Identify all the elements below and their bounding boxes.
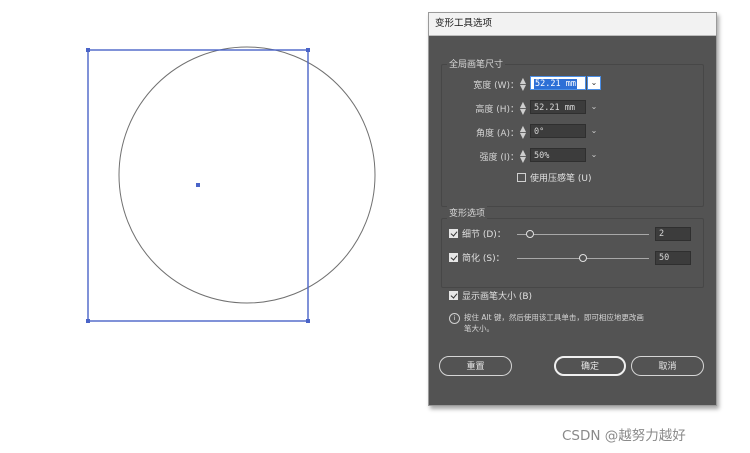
height-field[interactable]: 52.21 mm — [530, 100, 586, 114]
handle-top-left[interactable] — [86, 48, 90, 52]
handle-top-right[interactable] — [306, 48, 310, 52]
warp-tool-options-dialog: 变形工具选项 全局画笔尺寸 宽度 (W)： ▲ ▼ 52.21 mm ⌄ 高度 (… — [428, 12, 717, 406]
simplify-label: 简化 (S)： — [462, 254, 505, 264]
intensity-field[interactable]: 50% — [530, 148, 586, 162]
show-brush-size-label: 显示画笔大小 (B) — [462, 292, 533, 302]
simplify-slider-thumb[interactable] — [579, 254, 587, 262]
cancel-button[interactable]: 取消 — [631, 356, 704, 376]
dialog-title[interactable]: 变形工具选项 — [429, 13, 716, 36]
brush-group-legend: 全局画笔尺寸 — [447, 57, 506, 70]
info-icon: i — [449, 313, 460, 324]
center-point — [196, 183, 200, 187]
artboard-canvas[interactable] — [0, 0, 420, 453]
simplify-value-field[interactable]: 50 — [655, 251, 691, 265]
angle-label: 角度 (A)： — [475, 129, 519, 139]
info-text-line1: 按住 Alt 键，然后使用该工具单击，即可相应地更改画 — [464, 313, 644, 322]
angle-field[interactable]: 0° — [530, 124, 586, 138]
pressure-pen-label: 使用压感笔 (U) — [530, 174, 592, 184]
simplify-checkbox[interactable] — [449, 253, 458, 262]
watermark: CSDN @越努力越好 — [562, 428, 686, 444]
height-spinner-icon[interactable]: ▲ ▼ — [519, 101, 527, 116]
width-field[interactable]: 52.21 mm — [530, 76, 586, 90]
detail-label: 细节 (D)： — [462, 230, 506, 240]
detail-value-field[interactable]: 2 — [655, 227, 691, 241]
detail-checkbox[interactable] — [449, 229, 458, 238]
detail-slider-track[interactable] — [517, 234, 649, 235]
reset-button[interactable]: 重置 — [439, 356, 512, 376]
intensity-label: 强度 (I)： — [479, 153, 519, 163]
handle-bottom-left[interactable] — [86, 319, 90, 323]
brush-circle — [118, 46, 376, 304]
handle-bottom-right[interactable] — [306, 319, 310, 323]
width-value: 52.21 mm — [534, 79, 577, 89]
info-text-line2: 笔大小。 — [464, 324, 494, 333]
height-dropdown-icon[interactable]: ⌄ — [587, 100, 601, 114]
width-spinner-icon[interactable]: ▲ ▼ — [519, 77, 527, 92]
morph-group-legend: 变形选项 — [447, 206, 488, 219]
width-dropdown-icon[interactable]: ⌄ — [587, 76, 601, 90]
pressure-pen-checkbox[interactable] — [517, 173, 526, 182]
show-brush-size-checkbox[interactable] — [449, 291, 458, 300]
width-label: 宽度 (W)： — [473, 81, 519, 91]
intensity-dropdown-icon[interactable]: ⌄ — [587, 148, 601, 162]
intensity-spinner-icon[interactable]: ▲ ▼ — [519, 149, 527, 164]
angle-spinner-icon[interactable]: ▲ ▼ — [519, 125, 527, 140]
ok-button[interactable]: 确定 — [554, 356, 626, 376]
angle-dropdown-icon[interactable]: ⌄ — [587, 124, 601, 138]
height-label: 高度 (H)： — [475, 105, 519, 115]
